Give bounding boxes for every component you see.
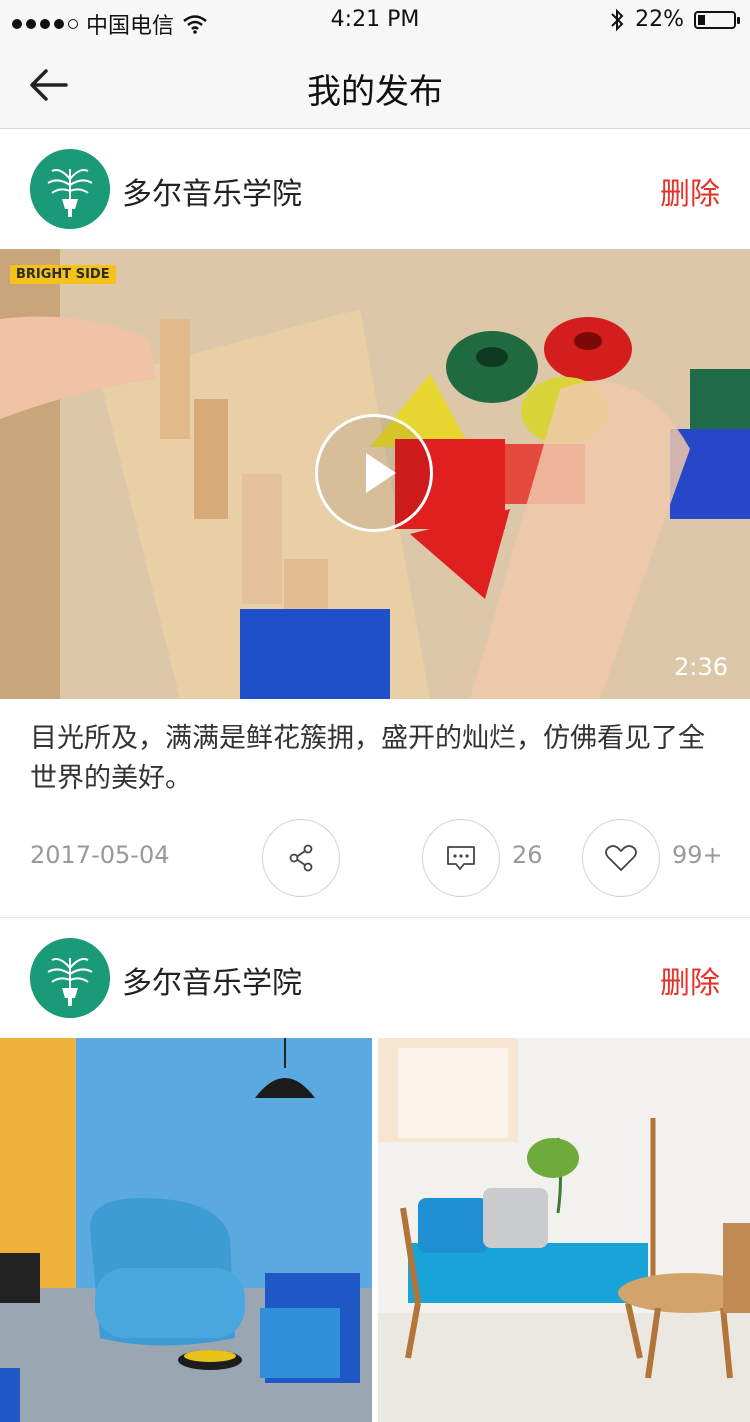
- post-header: 多尔音乐学院 删除: [0, 129, 750, 249]
- gallery-photo[interactable]: [0, 1038, 372, 1422]
- bluetooth-icon: [611, 8, 624, 31]
- comment-icon: [447, 846, 475, 870]
- avatar[interactable]: [30, 149, 110, 229]
- video-player[interactable]: BRIGHT SIDE 2:36: [0, 249, 750, 699]
- share-button[interactable]: [262, 819, 340, 897]
- photo-gallery: [0, 1038, 750, 1422]
- author-name[interactable]: 多尔音乐学院: [122, 169, 302, 213]
- post-header: 多尔音乐学院 删除: [0, 918, 750, 1038]
- post-caption: 目光所及，满满是鲜花簇拥，盛开的灿烂，仿佛看见了全世界的美好。: [30, 723, 705, 794]
- school-logo-icon: [30, 938, 110, 1018]
- post-card: 多尔音乐学院 删除 BRIGHT SIDE 2:36 目光所及，满满是鲜花簇拥，…: [0, 129, 750, 917]
- share-icon: [289, 844, 313, 872]
- status-bar: 中国电信 4:21 PM 22%: [0, 0, 750, 40]
- battery-icon: [694, 10, 740, 29]
- heart-icon: [605, 845, 637, 871]
- post-actions: 2017-05-04 26 99+: [0, 819, 750, 899]
- comment-button[interactable]: [422, 819, 500, 897]
- battery-percent: 22%: [635, 7, 684, 32]
- nav-bar: 我的发布: [0, 40, 750, 129]
- delete-button[interactable]: 删除: [660, 169, 720, 213]
- photo-blue-armchair: [0, 1038, 372, 1422]
- video-duration: 2:36: [674, 653, 728, 681]
- status-right: 22%: [609, 7, 740, 32]
- video-badge: BRIGHT SIDE: [10, 265, 116, 284]
- comment-count: 26: [512, 841, 543, 869]
- photo-blue-sofa: [378, 1038, 750, 1422]
- like-button[interactable]: [582, 819, 660, 897]
- school-logo-icon: [30, 149, 110, 229]
- author-name[interactable]: 多尔音乐学院: [122, 958, 302, 1002]
- delete-button[interactable]: 删除: [660, 958, 720, 1002]
- gallery-photo[interactable]: [378, 1038, 750, 1422]
- avatar[interactable]: [30, 938, 110, 1018]
- page-title: 我的发布: [307, 72, 443, 112]
- like-count: 99+: [672, 841, 723, 869]
- play-icon[interactable]: [315, 414, 433, 532]
- post-card: 多尔音乐学院 删除: [0, 918, 750, 1422]
- post-date: 2017-05-04: [30, 841, 170, 869]
- battery-level: [698, 14, 705, 25]
